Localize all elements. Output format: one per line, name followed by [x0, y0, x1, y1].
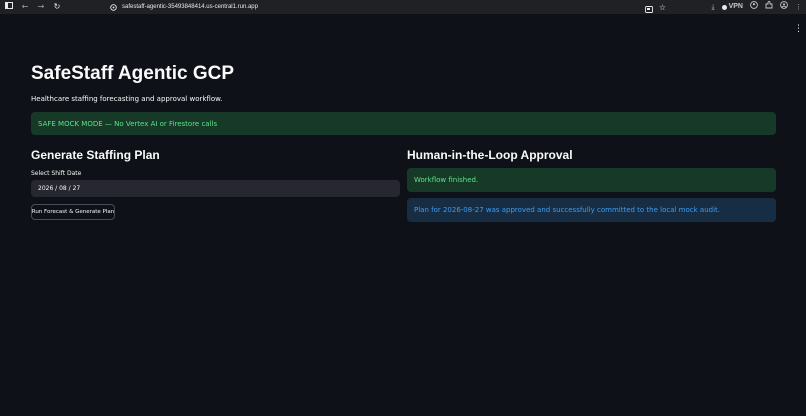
vpn-icon — [721, 4, 727, 10]
workflow-status-text: Workflow finished. — [414, 176, 479, 184]
url-text: safestaff-agentic-35493848414.us-central… — [122, 4, 258, 10]
address-bar[interactable]: safestaff-agentic-35493848414.us-central… — [108, 1, 666, 13]
shift-date-label: Select Shift Date — [31, 170, 82, 177]
account-icon[interactable] — [750, 0, 758, 14]
back-icon[interactable]: ← — [20, 0, 30, 14]
sidebar-toggle-icon[interactable] — [4, 0, 14, 14]
vpn-label: VPN — [728, 3, 743, 10]
browser-toolbar: ← → ↻ safestaff-agentic-35493848414.us-c… — [0, 0, 806, 14]
bookmark-star-icon[interactable]: ☆ — [659, 3, 666, 12]
mock-mode-alert-text: SAFE MOCK MODE — No Vertex AI or Firesto… — [38, 119, 218, 128]
vpn-button[interactable]: VPN — [721, 0, 743, 14]
approval-heading: Human-in-the-Loop Approval — [407, 148, 573, 162]
download-icon[interactable]: ⤓ — [711, 0, 714, 14]
shift-date-input[interactable]: 2026 / 08 / 27 — [31, 180, 400, 197]
workflow-status-alert: Workflow finished. — [407, 168, 776, 192]
browser-menu-icon[interactable]: ⋮ — [795, 0, 802, 14]
screen-capture-icon[interactable] — [644, 0, 653, 17]
page-title: SafeStaff Agentic GCP — [31, 63, 235, 84]
reload-icon[interactable]: ↻ — [52, 0, 62, 14]
site-info-icon[interactable] — [108, 2, 118, 12]
run-forecast-button[interactable]: Run Forecast & Generate Plan — [31, 204, 115, 220]
run-forecast-button-label: Run Forecast & Generate Plan — [31, 209, 115, 215]
generate-plan-heading: Generate Staffing Plan — [31, 148, 160, 162]
plan-approved-text: Plan for 2026-08-27 was approved and suc… — [414, 206, 720, 214]
page-subtitle: Healthcare staffing forecasting and appr… — [31, 95, 223, 103]
mock-mode-alert: SAFE MOCK MODE — No Vertex AI or Firesto… — [31, 112, 776, 135]
extensions-icon[interactable] — [765, 0, 773, 14]
plan-approved-alert: Plan for 2026-08-27 was approved and suc… — [407, 198, 776, 222]
profile-icon[interactable] — [780, 0, 788, 14]
forward-icon[interactable]: → — [36, 0, 46, 14]
app-menu-icon[interactable]: ⋮ — [794, 24, 803, 34]
shift-date-value: 2026 / 08 / 27 — [38, 185, 81, 192]
